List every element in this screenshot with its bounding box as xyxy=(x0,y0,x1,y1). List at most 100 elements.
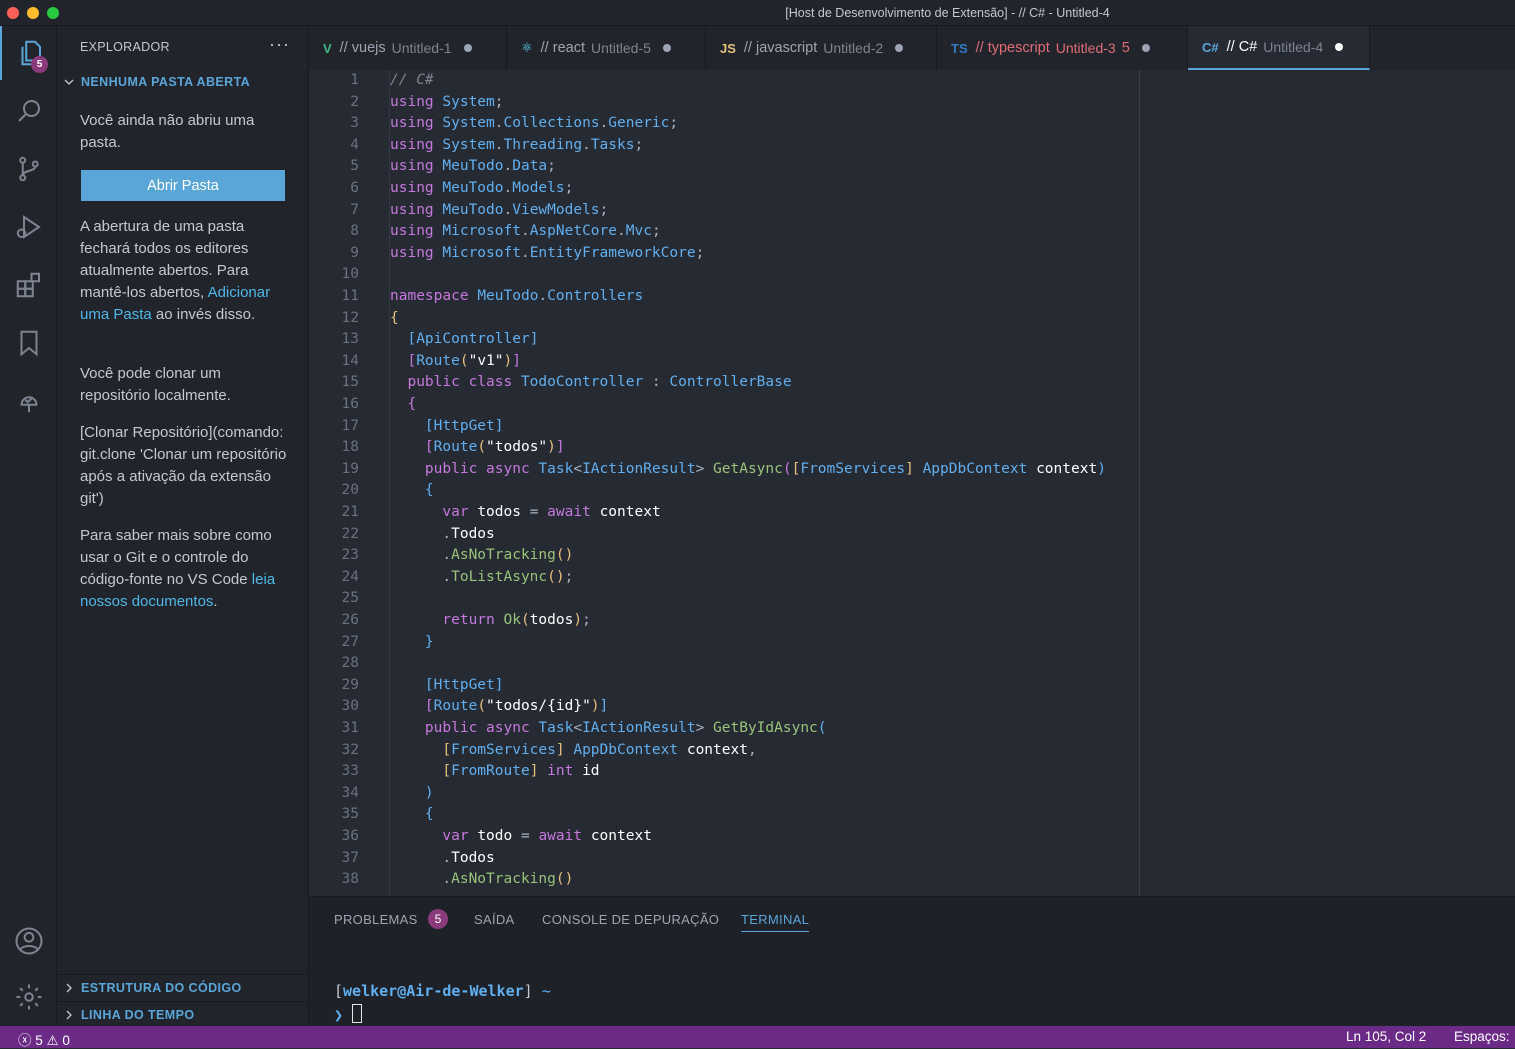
section-timeline[interactable]: LINHA DO TEMPO xyxy=(63,1008,194,1022)
code-token: ) xyxy=(547,439,556,456)
code-line[interactable]: { xyxy=(390,394,416,416)
editor-tab[interactable]: C# // C# Untitled-4 xyxy=(1188,26,1370,70)
code-line[interactable]: { xyxy=(390,308,399,330)
editor-tab[interactable]: TS // typescript Untitled-3 5 xyxy=(937,26,1188,70)
code-line[interactable]: ) xyxy=(390,783,434,805)
code-token: HttpGet xyxy=(433,676,495,693)
terminal-input-line[interactable]: ❯ xyxy=(334,1004,363,1024)
code-line[interactable]: var todo = await context xyxy=(390,826,652,848)
code-line[interactable]: { xyxy=(390,480,434,502)
code-token: = xyxy=(520,504,548,520)
code-token: Threading xyxy=(503,136,583,153)
code-line[interactable]: public async Task<IActionResult> GetAsyn… xyxy=(390,459,1106,481)
indentation-status[interactable]: Espaços: xyxy=(1454,1029,1510,1044)
code-token: ] xyxy=(555,439,565,456)
editor-tab[interactable]: V // vuejs Untitled-1 xyxy=(309,26,507,70)
section-no-folder[interactable]: NENHUMA PASTA ABERTA xyxy=(63,75,250,89)
editor-tab[interactable]: ⚛ // react Untitled-5 xyxy=(507,26,706,70)
code-line[interactable]: using MeuTodo.Models; xyxy=(390,178,573,200)
code-line[interactable]: [ApiController] xyxy=(390,329,538,351)
line-number: 28 xyxy=(341,655,359,672)
code-token: context xyxy=(686,741,748,758)
code-line[interactable]: .ToListAsync(); xyxy=(390,567,573,589)
code-token: Microsoft xyxy=(442,244,521,261)
code-line[interactable]: using Microsoft.AspNetCore.Mvc; xyxy=(390,221,661,243)
terminal-prompt-line[interactable]: [welker@Air-de-Welker] ~ xyxy=(334,982,551,1000)
problems-status[interactable]: ⓧ 5 ⚠ 0 xyxy=(18,1029,70,1049)
activity-search[interactable] xyxy=(0,84,57,138)
code-line[interactable]: public async Task<IActionResult> GetById… xyxy=(390,718,827,740)
code-line[interactable]: return Ok(todos); xyxy=(390,610,590,632)
activity-run-debug[interactable] xyxy=(0,200,57,254)
code-line[interactable]: [FromRoute] int id xyxy=(390,761,599,783)
file-type-icon: C# xyxy=(1202,39,1219,55)
code-line[interactable]: var todos = await context xyxy=(390,502,660,524)
no-folder-message: Você ainda não abriu uma pasta. xyxy=(80,112,255,151)
explorer-sidebar: EXPLORADOR ··· NENHUMA PASTA ABERTA Você… xyxy=(57,26,309,1026)
code-token: Route xyxy=(416,352,460,369)
tab-debug-console[interactable]: CONSOLE DE DEPURAÇÃO xyxy=(542,912,719,927)
activity-explorer[interactable]: 5 xyxy=(0,26,57,80)
terminal-dir: ~ xyxy=(541,982,551,1000)
clone-info: Você pode clonar um repositório localmen… xyxy=(80,365,231,404)
code-line[interactable]: [Route("todos")] xyxy=(390,437,565,459)
activity-source-control[interactable] xyxy=(0,142,57,196)
code-line[interactable]: [Route("todos/{id}")] xyxy=(390,696,608,718)
unsaved-dot-icon[interactable] xyxy=(895,44,904,52)
code-line[interactable]: { xyxy=(390,804,434,826)
activity-settings[interactable] xyxy=(0,970,57,1024)
tab-problems[interactable]: PROBLEMAS xyxy=(334,912,418,927)
line-number: 21 xyxy=(341,504,359,520)
code-token: GetAsync xyxy=(713,460,783,477)
code-line[interactable]: [HttpGet] xyxy=(390,675,504,697)
code-line[interactable]: .Todos xyxy=(390,848,494,870)
unsaved-dot-icon[interactable] xyxy=(662,44,671,52)
code-token: Mvc xyxy=(625,223,652,240)
code-token: { xyxy=(390,309,399,326)
window-title: [Host de Desenvolvimento de Extensão] - … xyxy=(785,6,1110,20)
code-token: () xyxy=(555,547,574,564)
line-number: 12 xyxy=(341,309,359,326)
code-line[interactable]: using MeuTodo.ViewModels; xyxy=(390,200,608,222)
unsaved-dot-icon[interactable] xyxy=(1335,43,1344,51)
code-line[interactable]: namespace MeuTodo.Controllers xyxy=(390,286,643,308)
code-line[interactable]: } xyxy=(390,632,434,654)
editor-tab[interactable]: JS // javascript Untitled-2 xyxy=(706,26,937,70)
activity-accounts[interactable] xyxy=(0,914,57,968)
code-line[interactable]: using System.Collections.Generic; xyxy=(390,113,678,135)
code-token: Route xyxy=(433,698,478,715)
tab-title: // typescript xyxy=(975,40,1050,56)
code-line[interactable]: [Route("v1")] xyxy=(390,351,521,373)
more-actions-button[interactable]: ··· xyxy=(269,34,290,55)
terminal-symbol: ❯ xyxy=(334,1006,344,1024)
code-line[interactable]: [HttpGet] xyxy=(390,416,504,438)
activity-extensions[interactable] xyxy=(0,258,57,312)
tab-terminal[interactable]: TERMINAL xyxy=(741,912,810,932)
section-outline[interactable]: ESTRUTURA DO CÓDIGO xyxy=(63,981,242,995)
code-line[interactable]: // C# xyxy=(390,70,434,92)
code-line[interactable]: public class TodoController : Controller… xyxy=(390,372,791,394)
unsaved-dot-icon[interactable] xyxy=(1141,44,1150,52)
activity-testing[interactable] xyxy=(0,374,57,428)
code-line[interactable]: using Microsoft.EntityFrameworkCore; xyxy=(390,243,704,265)
code-line[interactable]: .AsNoTracking() xyxy=(390,545,573,567)
code-token: ] xyxy=(494,676,504,693)
code-line[interactable]: .Todos xyxy=(390,524,494,546)
code-token: . xyxy=(520,223,530,240)
tab-filename: Untitled-3 xyxy=(1055,40,1116,56)
run-debug-icon xyxy=(16,215,41,239)
code-line[interactable]: using System; xyxy=(390,92,504,114)
code-editor[interactable]: 1 2 3 4 5 6 7 8 9 10 11 12 13 14 15 16 17 18 19 20 21 22 23 24 2… xyxy=(309,70,1515,896)
activity-bookmarks[interactable] xyxy=(0,316,57,370)
code-line[interactable]: .AsNoTracking() xyxy=(390,869,573,891)
code-token: { xyxy=(390,396,417,412)
cursor-position[interactable]: Ln 105, Col 2 xyxy=(1346,1029,1426,1044)
code-token: < xyxy=(573,460,583,477)
code-line[interactable]: [FromServices] AppDbContext context, xyxy=(390,740,756,762)
code-line[interactable]: using MeuTodo.Data; xyxy=(390,156,556,178)
unsaved-dot-icon[interactable] xyxy=(463,44,472,52)
code-line[interactable]: using System.Threading.Tasks; xyxy=(390,135,643,157)
open-folder-button[interactable]: Abrir Pasta xyxy=(81,170,285,201)
tab-output[interactable]: SAÍDA xyxy=(474,912,515,927)
code-token: ( xyxy=(520,612,530,628)
